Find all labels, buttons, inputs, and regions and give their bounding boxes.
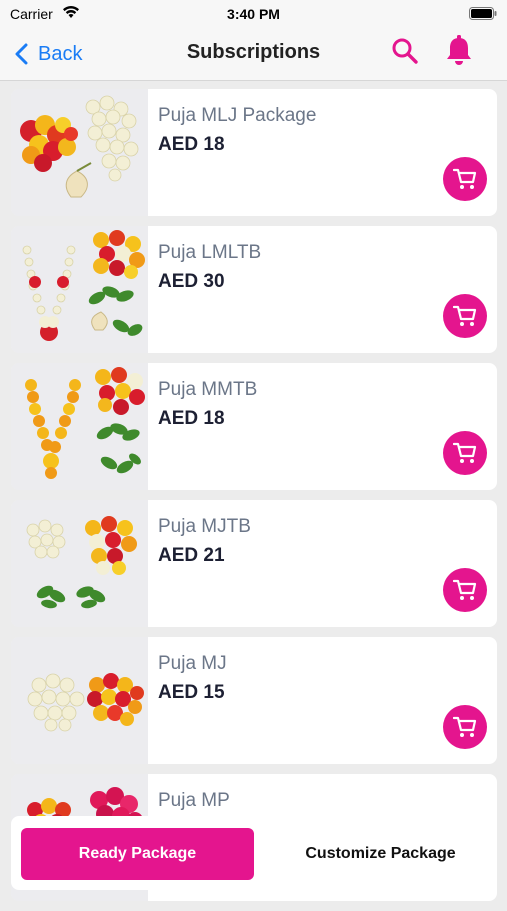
battery-icon — [469, 7, 497, 20]
add-to-cart-button[interactable] — [443, 294, 487, 338]
nav-bar: Back Subscriptions — [0, 28, 507, 81]
product-price: AED 30 — [158, 271, 225, 292]
product-image — [11, 500, 148, 627]
add-to-cart-button[interactable] — [443, 705, 487, 749]
product-name: Puja MP — [158, 790, 230, 811]
product-price: AED 18 — [158, 134, 225, 155]
product-image — [11, 89, 148, 216]
cart-icon — [453, 716, 477, 737]
product-card[interactable]: Puja LMLTB AED 30 — [11, 226, 497, 353]
cart-icon — [453, 442, 477, 463]
back-button[interactable]: Back — [14, 39, 82, 69]
product-price: AED 21 — [158, 545, 225, 566]
package-type-selector: Ready Package Customize Package — [11, 816, 497, 890]
product-list: Puja MLJ Package AED 18 Puja LMLTB AED 3… — [11, 89, 497, 911]
product-card[interactable]: Puja MMTB AED 18 — [11, 363, 497, 490]
add-to-cart-button[interactable] — [443, 157, 487, 201]
cart-icon — [453, 168, 477, 189]
add-to-cart-button[interactable] — [443, 431, 487, 475]
product-card[interactable]: Puja MJ AED 15 — [11, 637, 497, 764]
status-bar: Carrier 3:40 PM — [0, 0, 507, 28]
product-name: Puja LMLTB — [158, 242, 262, 263]
back-label: Back — [38, 42, 83, 65]
product-image — [11, 226, 148, 353]
product-price: AED 15 — [158, 682, 225, 703]
product-card[interactable]: Puja MJTB AED 21 — [11, 500, 497, 627]
ready-package-button[interactable]: Ready Package — [21, 828, 254, 880]
back-chevron-icon — [15, 43, 28, 65]
product-price: AED 18 — [158, 408, 225, 429]
customize-package-button[interactable]: Customize Package — [264, 828, 497, 880]
product-image — [11, 637, 148, 764]
product-image — [11, 363, 148, 490]
product-name: Puja MJTB — [158, 516, 251, 537]
status-time: 3:40 PM — [227, 6, 280, 22]
product-name: Puja MJ — [158, 653, 227, 674]
search-icon[interactable] — [390, 36, 420, 66]
product-card[interactable]: Puja MLJ Package AED 18 — [11, 89, 497, 216]
cart-icon — [453, 579, 477, 600]
product-name: Puja MLJ Package — [158, 105, 317, 126]
product-name: Puja MMTB — [158, 379, 258, 400]
cart-icon — [453, 305, 477, 326]
bell-icon[interactable] — [444, 34, 474, 66]
add-to-cart-button[interactable] — [443, 568, 487, 612]
